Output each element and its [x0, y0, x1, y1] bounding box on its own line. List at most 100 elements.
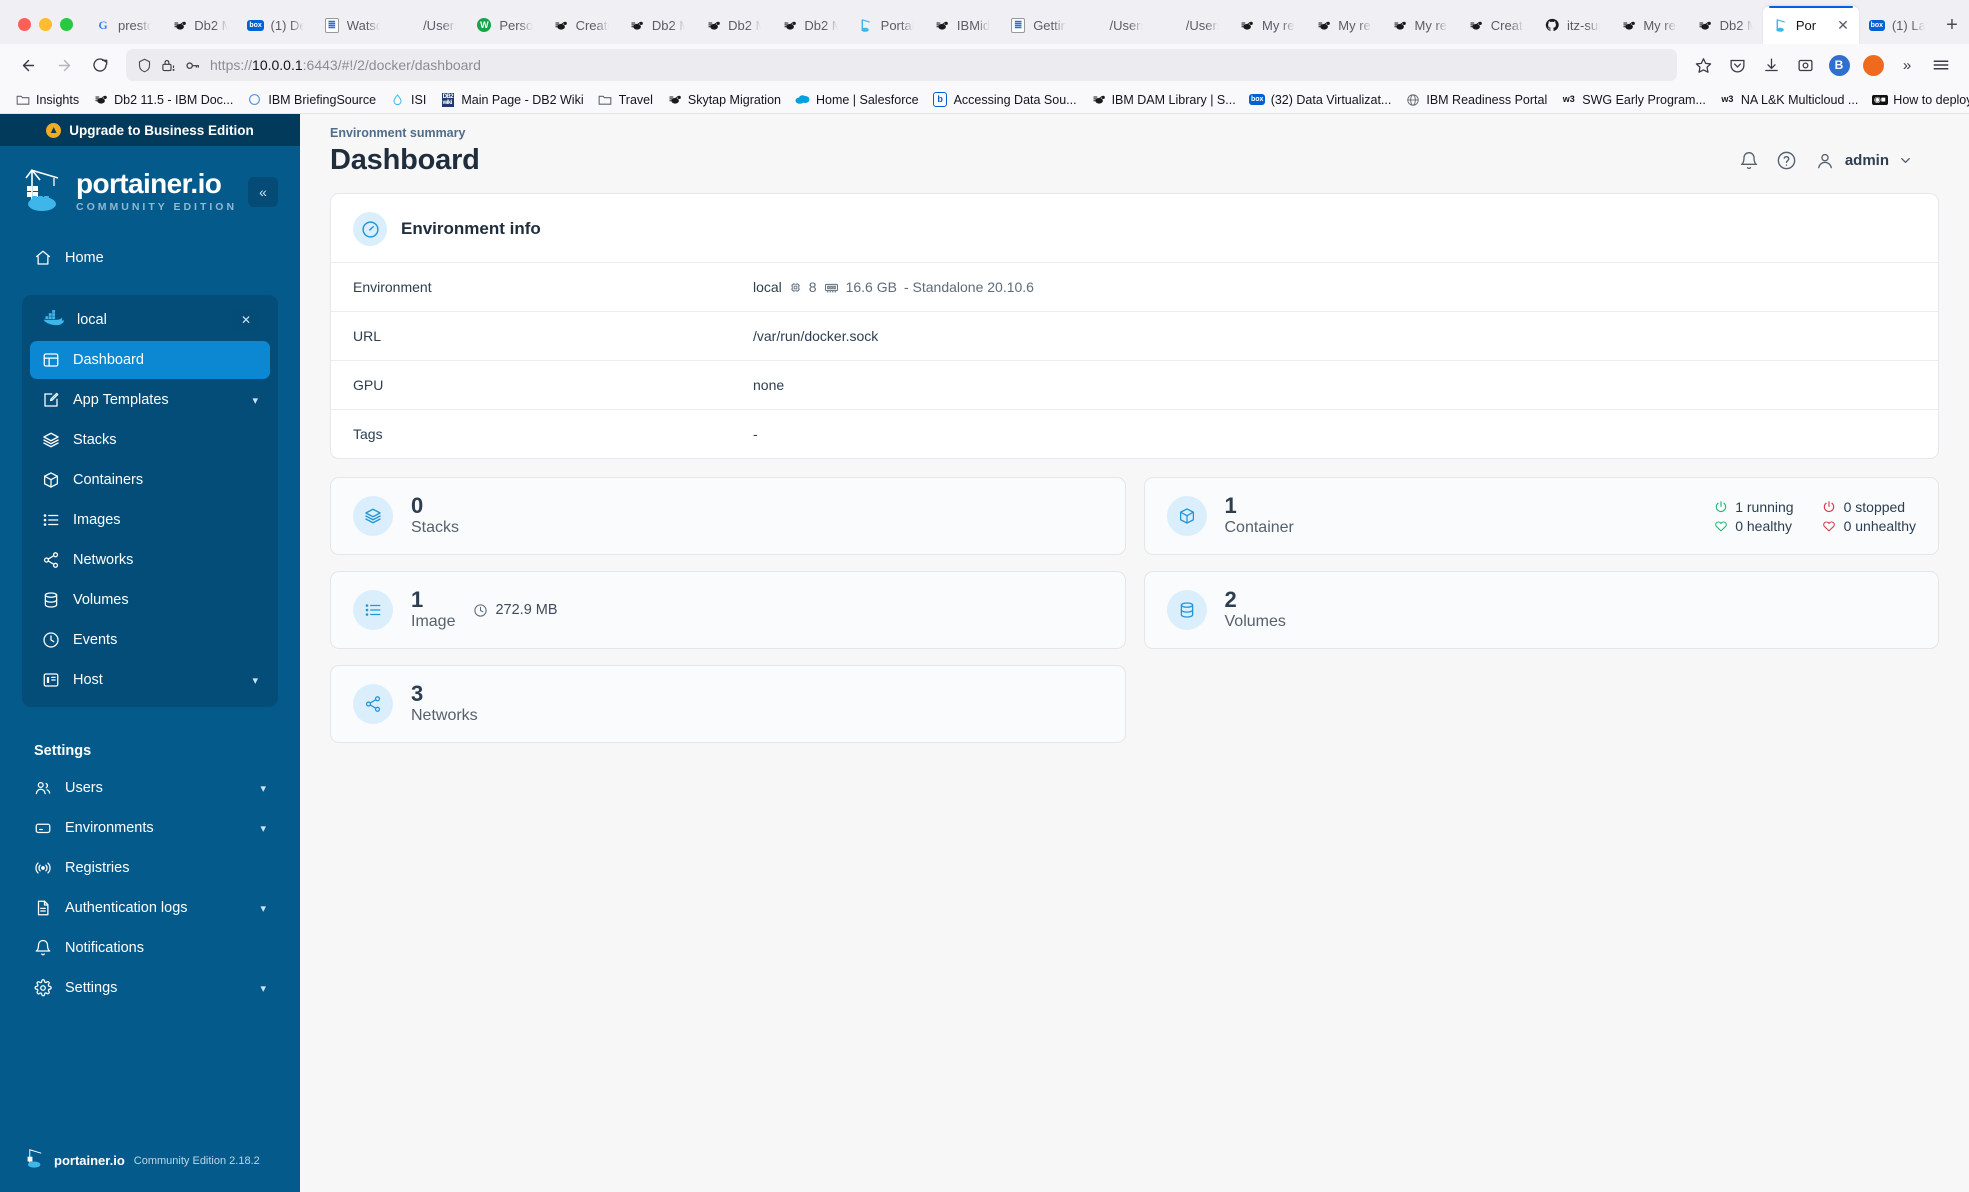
forward-button[interactable]: [48, 49, 80, 81]
toolbar-overflow-button[interactable]: »: [1891, 49, 1923, 81]
bookmark-item[interactable]: w3 SWG Early Program...: [1554, 89, 1713, 111]
app-menu-button[interactable]: [1925, 49, 1957, 81]
upgrade-banner[interactable]: ▲ Upgrade to Business Edition: [0, 114, 300, 146]
ibm-bee-icon: [553, 17, 569, 33]
browser-tab[interactable]: box (1) Dev: [238, 6, 314, 44]
bookmark-item[interactable]: Home | Salesforce: [788, 89, 926, 111]
pocket-icon[interactable]: [1721, 49, 1753, 81]
minimize-window-button[interactable]: [39, 18, 52, 31]
new-tab-button[interactable]: +: [1935, 6, 1969, 44]
stat-card-stacks[interactable]: 0 Stacks: [330, 477, 1126, 555]
stat-card-volumes[interactable]: 2 Volumes: [1143, 571, 1939, 649]
profile-badge-b[interactable]: B: [1823, 49, 1855, 81]
chevron-down-icon[interactable]: ▾: [252, 394, 258, 407]
browser-tabstrip: Gpresto Db2 M box (1) Dev ≣ Watson/Users/bak W…: [0, 0, 1969, 44]
sidebar-item-images[interactable]: Images: [30, 501, 270, 539]
reload-button[interactable]: [84, 49, 116, 81]
sidebar-item-notifications[interactable]: Notifications: [22, 929, 278, 967]
browser-tab[interactable]: My res: [1229, 6, 1305, 44]
browser-tab[interactable]: IBMid: [924, 6, 1000, 44]
browser-tab[interactable]: Portai: [848, 6, 924, 44]
chevron-down-icon[interactable]: ▾: [260, 782, 266, 795]
downloads-icon[interactable]: [1755, 49, 1787, 81]
sidebar-item-volumes[interactable]: Volumes: [30, 581, 270, 619]
tab-title: /Users/bak: [1109, 17, 1142, 33]
browser-tab[interactable]: Db2 M: [161, 6, 237, 44]
stat-card-container[interactable]: 1 Container 1 running 0 stopped 0 healthy 0 u…: [1143, 477, 1939, 555]
chevron-down-icon[interactable]: ▾: [260, 902, 266, 915]
info-value: -: [753, 426, 758, 442]
chevron-down-icon[interactable]: ▾: [260, 982, 266, 995]
browser-tab[interactable]: Db2 M: [619, 6, 695, 44]
box-icon: box: [1248, 94, 1266, 105]
sidebar-item-events[interactable]: Events: [30, 621, 270, 659]
bookmark-item[interactable]: ISI: [383, 89, 433, 111]
stat-card-networks[interactable]: 3 Networks: [330, 665, 1126, 743]
bookmark-item[interactable]: Skytap Migration: [660, 89, 788, 111]
bookmark-item[interactable]: Travel: [591, 89, 660, 111]
back-button[interactable]: [12, 49, 44, 81]
sidebar-item-containers[interactable]: Containers: [30, 461, 270, 499]
bookmark-item[interactable]: IBM BriefingSource: [240, 89, 383, 111]
chevron-down-icon[interactable]: ▾: [252, 674, 258, 687]
bookmark-star-icon[interactable]: [1687, 49, 1719, 81]
bookmark-item[interactable]: ◉■ How to deploy Db2 ...: [1865, 89, 1969, 111]
close-environment-button[interactable]: ✕: [234, 308, 258, 332]
browser-tab[interactable]: Gpresto: [85, 6, 161, 44]
screenshot-icon[interactable]: [1789, 49, 1821, 81]
bookmark-item[interactable]: Db2 11.5 - IBM Doc...: [86, 89, 240, 111]
breadcrumb[interactable]: Environment summary: [316, 126, 1939, 140]
notifications-bell-icon[interactable]: [1738, 150, 1760, 172]
sidebar-item-settings[interactable]: Settings ▾: [22, 969, 278, 1007]
sidebar-item-authentication-logs[interactable]: Authentication logs ▾: [22, 889, 278, 927]
bookmark-item[interactable]: b Accessing Data Sou...: [926, 89, 1084, 111]
sidebar-item-stacks[interactable]: Stacks: [30, 421, 270, 459]
browser-tab[interactable]: box (1) Lab: [1859, 6, 1935, 44]
environment-info-rows: Environment local 8 16.6 GB - Standalone 20.…: [331, 262, 1938, 458]
browser-tab[interactable]: W Person: [466, 6, 542, 44]
browser-tab[interactable]: Db2 M: [771, 6, 847, 44]
bookmark-item[interactable]: Insights: [8, 89, 86, 111]
browser-tab[interactable]: Create: [543, 6, 619, 44]
sidebar-item-label: Users: [65, 780, 103, 796]
portainer-logo[interactable]: portainer.io COMMUNITY EDITION: [24, 164, 237, 219]
sidebar-item-home[interactable]: Home: [22, 239, 278, 277]
chevron-down-icon[interactable]: ▾: [260, 822, 266, 835]
browser-tab[interactable]: Db2 M: [695, 6, 771, 44]
close-window-button[interactable]: [18, 18, 31, 31]
bookmark-item[interactable]: IBM Readiness Portal: [1398, 89, 1554, 111]
browser-tab[interactable]: My res: [1382, 6, 1458, 44]
browser-tab[interactable]: Create: [1458, 6, 1534, 44]
address-bar[interactable]: https://10.0.0.1:6443/#!/2/docker/dashbo…: [126, 49, 1677, 81]
help-icon[interactable]: [1776, 150, 1798, 172]
browser-tab[interactable]: Por ✕: [1762, 6, 1859, 44]
sidebar-item-host[interactable]: Host ▾: [30, 661, 270, 699]
bookmark-item[interactable]: w3 NA L&K Multicloud ...: [1713, 89, 1865, 111]
sidebar-item-app-templates[interactable]: App Templates ▾: [30, 381, 270, 419]
bookmark-item[interactable]: IBM DAM Library | S...: [1084, 89, 1243, 111]
sidebar-item-networks[interactable]: Networks: [30, 541, 270, 579]
browser-tab[interactable]: /Users/bak: [1076, 6, 1152, 44]
sidebar-environment-header[interactable]: local ✕: [30, 299, 270, 341]
browser-tab[interactable]: My res: [1610, 6, 1686, 44]
bookmark-item[interactable]: box (32) Data Virtualizat...: [1243, 89, 1399, 111]
sidebar-item-environments[interactable]: Environments ▾: [22, 809, 278, 847]
maximize-window-button[interactable]: [60, 18, 73, 31]
browser-tab[interactable]: /Users/bak: [1153, 6, 1229, 44]
sidebar-collapse-button[interactable]: «: [248, 176, 278, 207]
user-menu[interactable]: admin: [1814, 150, 1913, 172]
sidebar-item-dashboard[interactable]: Dashboard: [30, 341, 270, 379]
sidebar-item-users[interactable]: Users ▾: [22, 769, 278, 807]
bookmark-item[interactable]: DB2 wiki Main Page - DB2 Wiki: [433, 89, 590, 111]
stat-card-image[interactable]: 1 Image 272.9 MB: [330, 571, 1126, 649]
browser-tab[interactable]: ≣ Getting: [1000, 6, 1076, 44]
sidebar-item-registries[interactable]: Registries: [22, 849, 278, 887]
browser-tab[interactable]: itz-sup: [1534, 6, 1610, 44]
browser-tab[interactable]: My res: [1305, 6, 1381, 44]
browser-tab[interactable]: ≣ Watson: [314, 6, 390, 44]
bookmark-label: IBM BriefingSource: [268, 92, 377, 107]
browser-tab[interactable]: Db2 M: [1687, 6, 1763, 44]
browser-tab[interactable]: /Users/bak: [390, 6, 466, 44]
close-tab-button[interactable]: ✕: [1837, 18, 1849, 32]
profile-badge-o[interactable]: [1857, 49, 1889, 81]
